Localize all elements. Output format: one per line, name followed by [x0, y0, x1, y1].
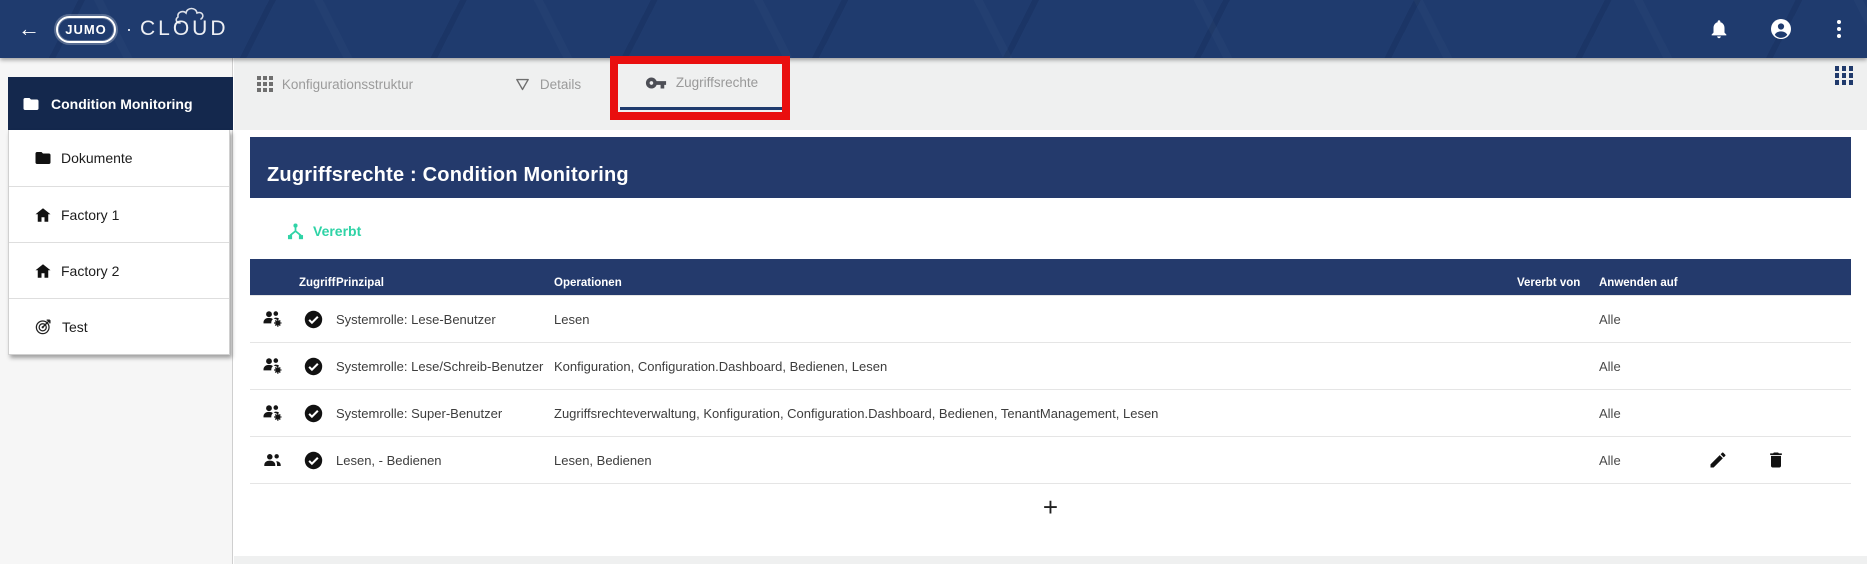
operations-cell: Lesen: [554, 312, 1509, 327]
add-entry-button[interactable]: +: [1033, 494, 1068, 520]
delete-trash-icon[interactable]: [1766, 450, 1786, 470]
filter-icon: [514, 76, 531, 93]
principal-cell: Systemrolle: Lese/Schreib-Benutzer: [331, 359, 554, 374]
column-header-prinzipal: Prinzipal: [331, 277, 554, 295]
sidebar-item-factory-1[interactable]: Factory 1: [9, 186, 229, 242]
sidebar-item-dokumente[interactable]: Dokumente: [9, 130, 229, 186]
sidebar-item-label: Factory 1: [61, 207, 119, 223]
brand-separator: ·: [126, 19, 132, 40]
jumo-logo-text: JUMO: [65, 22, 107, 37]
tab-zugriffsrechte[interactable]: Zugriffsrechte: [620, 58, 783, 110]
principal-cell: Lesen, - Bedienen: [331, 453, 554, 468]
apply-to-cell: Alle: [1587, 312, 1684, 327]
access-granted-check-icon: [296, 451, 331, 470]
sidebar-item-label: Condition Monitoring: [51, 96, 193, 112]
table-row: Systemrolle: Lese/Schreib-Benutzer Konfi…: [250, 342, 1851, 389]
table-row: Systemrolle: Super-Benutzer Zugriffsrech…: [250, 389, 1851, 436]
sidebar-item-test[interactable]: Test: [9, 298, 229, 354]
tab-konfigurationsstruktur[interactable]: Konfigurationsstruktur: [245, 58, 425, 110]
column-header-operationen: Operationen: [554, 277, 1509, 295]
principal-cell: Systemrolle: Super-Benutzer: [331, 406, 554, 421]
sidebar-item-condition-monitoring[interactable]: Condition Monitoring: [8, 77, 233, 130]
sidebar-item-factory-2[interactable]: Factory 2: [9, 242, 229, 298]
page-header-bar: Zugriffsrechte : Condition Monitoring: [250, 137, 1851, 198]
overflow-menu-icon[interactable]: [1831, 18, 1847, 40]
folder-icon: [34, 149, 52, 167]
system-group-gear-icon: [250, 402, 296, 424]
apply-to-cell: Alle: [1587, 453, 1684, 468]
operations-cell: Zugriffsrechteverwaltung, Konfiguration,…: [554, 406, 1509, 421]
system-group-gear-icon: [250, 355, 296, 377]
tab-label: Konfigurationsstruktur: [282, 77, 413, 92]
access-granted-check-icon: [296, 310, 331, 329]
tab-label: Details: [540, 77, 581, 92]
cloud-wordmark: CLOUD: [140, 17, 229, 41]
sidebar-item-label: Test: [62, 319, 88, 335]
jumo-logo: JUMO: [56, 16, 116, 43]
tab-label: Zugriffsrechte: [676, 75, 758, 90]
inherited-label: Vererbt: [313, 223, 361, 239]
home-icon: [34, 262, 52, 280]
hierarchy-icon: [286, 222, 305, 241]
column-header-anwenden-auf: Anwenden auf: [1587, 277, 1684, 295]
inherited-toggle[interactable]: Vererbt: [286, 219, 1867, 243]
account-circle-icon[interactable]: [1769, 17, 1793, 41]
access-granted-check-icon: [296, 404, 331, 423]
jumo-cloud-app: ← JUMO · CLOUD: [0, 0, 1867, 564]
home-icon: [34, 206, 52, 224]
tab-bar: Konfigurationsstruktur Details Zugriffsr…: [234, 58, 1867, 130]
table-row: Systemrolle: Lese-Benutzer Lesen Alle: [250, 295, 1851, 342]
access-granted-check-icon: [296, 357, 331, 376]
sidebar-item-label: Factory 2: [61, 263, 119, 279]
column-header-vererbt-von: Vererbt von: [1509, 277, 1587, 295]
table-header-row: Zugriff Prinzipal Operationen Vererbt vo…: [250, 259, 1851, 295]
sidebar-item-label: Dokumente: [61, 150, 133, 166]
sidebar-children-card: Dokumente Factory 1 Factory 2 Test: [8, 130, 230, 355]
page-title: Zugriffsrechte : Condition Monitoring: [267, 164, 629, 187]
bottom-strip: [234, 556, 1867, 564]
cloud-outline-icon: [174, 3, 226, 25]
principal-cell: Systemrolle: Lese-Benutzer: [331, 312, 554, 327]
folder-icon: [22, 95, 40, 113]
system-group-gear-icon: [250, 308, 296, 330]
operations-cell: Lesen, Bedienen: [554, 453, 1509, 468]
group-icon: [250, 450, 296, 470]
top-navbar: ← JUMO · CLOUD: [0, 0, 1867, 58]
column-header-zugriff: Zugriff: [296, 277, 331, 295]
operations-cell: Konfiguration, Configuration.Dashboard, …: [554, 359, 1509, 374]
notifications-bell-icon[interactable]: [1707, 17, 1731, 41]
tab-details[interactable]: Details: [495, 58, 600, 110]
grid-icon: [257, 76, 273, 92]
apps-grid-icon[interactable]: [1835, 66, 1854, 85]
navigation-sidebar: Condition Monitoring Dokumente Factory 1…: [0, 58, 233, 564]
add-entry-row: +: [250, 483, 1851, 529]
target-icon: [34, 317, 53, 336]
apply-to-cell: Alle: [1587, 359, 1684, 374]
main-content: Konfigurationsstruktur Details Zugriffsr…: [234, 58, 1867, 564]
edit-pencil-icon[interactable]: [1708, 450, 1728, 470]
back-arrow-icon[interactable]: ←: [16, 16, 42, 42]
key-icon: [645, 72, 667, 94]
apply-to-cell: Alle: [1587, 406, 1684, 421]
table-row: Lesen, - Bedienen Lesen, Bedienen Alle: [250, 436, 1851, 483]
access-rights-table: Zugriff Prinzipal Operationen Vererbt vo…: [250, 259, 1851, 529]
